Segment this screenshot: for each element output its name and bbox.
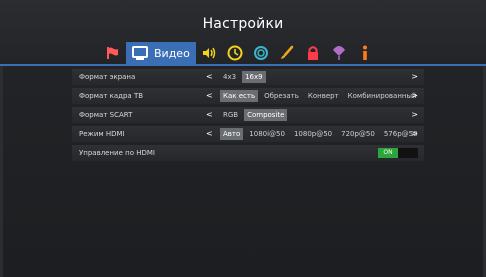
option[interactable]: Обрезать: [261, 90, 302, 102]
option-group: RGB Composite: [220, 109, 290, 121]
tab-video-label: Видео: [154, 46, 190, 60]
flag-icon: [107, 47, 118, 59]
arrow-right-icon[interactable]: >: [411, 110, 418, 119]
tab-info[interactable]: [352, 42, 378, 64]
left-rail: [0, 66, 3, 277]
arrow-right-icon[interactable]: >: [411, 129, 418, 138]
header-divider: [0, 64, 486, 66]
tab-time[interactable]: [222, 42, 248, 64]
tab-update[interactable]: [326, 42, 352, 64]
arrow-right-icon[interactable]: >: [411, 91, 418, 100]
option-group: Как есть Обрезать Конверт Комбинированны…: [220, 90, 423, 102]
balloon-icon: [333, 46, 345, 60]
option-selected[interactable]: 16x9: [242, 71, 266, 83]
arrow-left-icon[interactable]: <: [206, 129, 213, 138]
setting-row-scart-format[interactable]: Формат SCART < RGB Composite >: [72, 107, 424, 123]
lock-icon: [308, 46, 318, 60]
setting-label: Формат SCART: [79, 111, 133, 119]
tab-parental[interactable]: [300, 42, 326, 64]
tab-video[interactable]: Видео: [126, 42, 196, 64]
tab-appearance[interactable]: [274, 42, 300, 64]
option[interactable]: Комбинированный: [345, 90, 420, 102]
arrow-left-icon[interactable]: <: [206, 91, 213, 100]
brush-icon: [281, 45, 294, 59]
option[interactable]: 4x3: [220, 71, 239, 83]
option-group: 4x3 16x9: [220, 71, 269, 83]
arrow-left-icon[interactable]: <: [206, 72, 213, 81]
screen: Настройки Видео Формат экрана < 4x3 16x9…: [0, 0, 486, 277]
option-selected[interactable]: Composite: [244, 109, 288, 121]
network-icon: [254, 46, 268, 60]
option[interactable]: 1080i@50: [246, 128, 288, 140]
setting-label: Формат кадра ТВ: [79, 92, 144, 100]
hdmi-control-toggle[interactable]: ON: [378, 148, 418, 158]
option-selected[interactable]: Авто: [220, 128, 244, 140]
arrow-left-icon[interactable]: <: [206, 110, 213, 119]
info-icon: [363, 45, 367, 60]
page-title: Настройки: [202, 16, 284, 32]
setting-row-hdmi-control[interactable]: Управление по HDMI ON: [72, 145, 424, 161]
option[interactable]: Конверт: [305, 90, 342, 102]
monitor-icon: [132, 46, 148, 60]
option[interactable]: 720p@50: [338, 128, 378, 140]
option-group: Авто 1080i@50 1080p@50 720p@50 576p@50: [220, 128, 424, 140]
option[interactable]: RGB: [220, 109, 241, 121]
setting-row-screen-format[interactable]: Формат экрана < 4x3 16x9 >: [72, 69, 424, 85]
tab-flag[interactable]: [100, 42, 126, 64]
tab-audio[interactable]: [196, 42, 222, 64]
arrow-right-icon[interactable]: >: [411, 72, 418, 81]
tab-bar: Видео: [100, 42, 378, 64]
settings-list: Формат экрана < 4x3 16x9 > Формат кадра …: [72, 69, 424, 164]
option-selected[interactable]: Как есть: [220, 90, 259, 102]
option[interactable]: 1080p@50: [291, 128, 335, 140]
speaker-icon: [203, 47, 216, 59]
setting-label: Формат экрана: [79, 73, 136, 81]
clock-icon: [227, 45, 243, 61]
toggle-on-label: ON: [378, 148, 398, 158]
setting-row-tv-frame-format[interactable]: Формат кадра ТВ < Как есть Обрезать Конв…: [72, 88, 424, 104]
setting-label: Режим HDMI: [79, 130, 125, 138]
setting-row-hdmi-mode[interactable]: Режим HDMI < Авто 1080i@50 1080p@50 720p…: [72, 126, 424, 142]
tab-network[interactable]: [248, 42, 274, 64]
setting-label: Управление по HDMI: [79, 149, 155, 157]
